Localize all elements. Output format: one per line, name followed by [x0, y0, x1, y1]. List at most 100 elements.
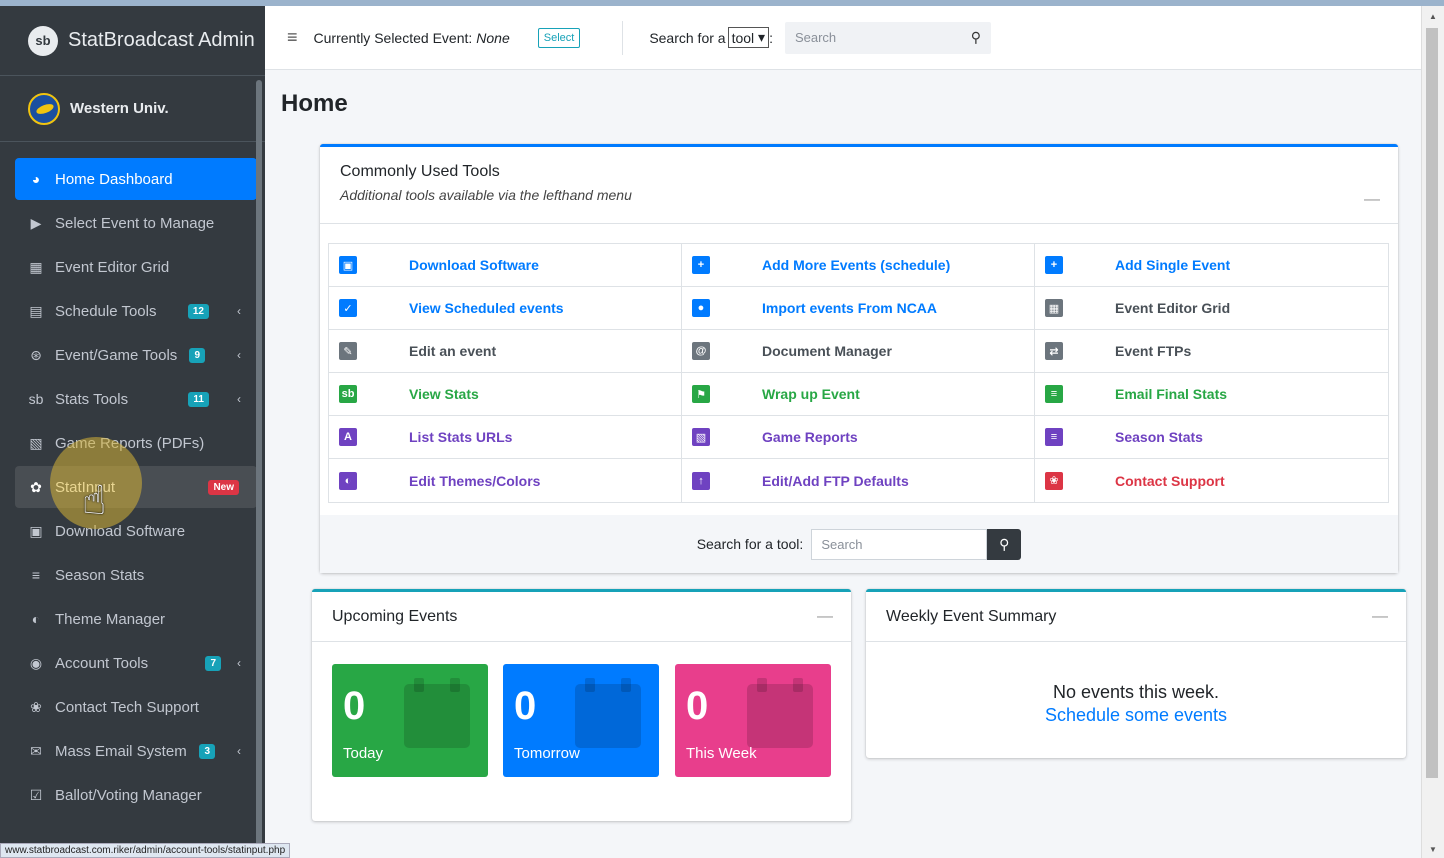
event-game-tools-icon: ⊛: [30, 346, 42, 363]
chevron-left-icon: ‹: [237, 304, 241, 318]
tool-label: Edit/Add FTP Defaults: [762, 472, 909, 489]
sidebar-item-game-reports-pdfs[interactable]: ▧ Game Reports (PDFs): [15, 422, 257, 464]
tool-link-game-reports[interactable]: ▧ Game Reports: [682, 416, 1035, 459]
upcoming-events-title: Upcoming Events: [332, 607, 458, 625]
weekly-collapse-button[interactable]: —: [1372, 608, 1388, 626]
sidebar-item-season-stats[interactable]: ≡ Season Stats: [15, 554, 257, 596]
tool-label: Edit an event: [409, 343, 497, 359]
schedule-events-link[interactable]: Schedule some events: [866, 705, 1406, 726]
scroll-down-icon[interactable]: ▼: [1429, 845, 1437, 854]
stats-tools-icon: sb: [28, 391, 44, 407]
selected-event-value: None: [476, 29, 510, 46]
tools-search-label: Search for a tool:: [696, 536, 804, 552]
sidebar-item-account-tools[interactable]: ◉ Account Tools 7 ‹: [15, 642, 257, 684]
view-stats-icon: sb: [339, 385, 357, 403]
count-badge: 7: [205, 655, 221, 671]
tool-link-edit-add-ftp-defaults[interactable]: ↑ Edit/Add FTP Defaults: [682, 459, 1035, 502]
sidebar-item-schedule-tools[interactable]: ▤ Schedule Tools 12 ‹: [15, 290, 257, 332]
chevron-left-icon: ‹: [237, 744, 241, 758]
sidebar-item-mass-email-system[interactable]: ✉ Mass Email System 3 ‹: [15, 730, 257, 772]
user-name: Western Univ.: [70, 100, 169, 117]
stat-box-value: 0: [686, 684, 709, 728]
header-search-input[interactable]: Search ⚲: [784, 21, 991, 54]
selected-event-label: Currently Selected Event:: [313, 29, 473, 46]
stat-box-value: 0: [343, 684, 366, 728]
chevron-left-icon: ‹: [237, 392, 241, 406]
count-badge: 11: [188, 391, 209, 407]
sidebar-item-label: Schedule Tools: [55, 302, 157, 320]
stat-box-label: This Week: [686, 745, 757, 762]
mass-email-system-icon: ✉: [30, 742, 42, 759]
sidebar-item-label: Download Software: [55, 522, 186, 540]
tool-link-email-final-stats[interactable]: ≡ Email Final Stats: [1035, 373, 1388, 416]
tool-link-view-stats[interactable]: sb View Stats: [329, 373, 682, 416]
tool-link-season-stats[interactable]: ≡ Season Stats: [1035, 416, 1388, 459]
search-type-select[interactable]: tool ▾: [727, 27, 770, 48]
select-event-to-manage-icon: ▶: [30, 214, 42, 231]
tools-search-input[interactable]: Search: [811, 528, 988, 560]
sidebar-item-event-editor-grid[interactable]: ▦ Event Editor Grid: [15, 246, 257, 288]
school-logo-icon: [28, 92, 60, 125]
sidebar-item-ballot-voting-manager[interactable]: ☑ Ballot/Voting Manager: [15, 774, 257, 816]
upcoming-collapse-button[interactable]: —: [817, 608, 833, 626]
sidebar-item-download-software[interactable]: ▣ Download Software: [15, 510, 257, 552]
weekly-summary-title: Weekly Event Summary: [886, 607, 1057, 625]
tool-label: Add More Events (schedule): [762, 257, 951, 273]
tool-link-list-stats-urls[interactable]: A List Stats URLs: [329, 416, 682, 459]
tool-label: Import events From NCAA: [762, 300, 938, 316]
download-software-icon: ▣: [29, 522, 43, 539]
statbroadcast-logo-icon: sb: [28, 25, 58, 56]
tool-link-view-scheduled-events[interactable]: ✓ View Scheduled events: [329, 287, 682, 330]
tool-link-add-single-event[interactable]: + Add Single Event: [1035, 244, 1388, 287]
sidebar-scrollbar[interactable]: [256, 80, 262, 850]
select-event-button[interactable]: Select: [537, 27, 581, 48]
hand-pointer-cursor-icon: ☝: [82, 479, 107, 523]
sidebar-item-label: Select Event to Manage: [55, 214, 215, 232]
tool-label: Event FTPs: [1115, 343, 1192, 359]
tool-label: Contact Support: [1115, 472, 1225, 489]
sidebar-item-label: Event Editor Grid: [55, 258, 170, 276]
sidebar-item-event-game-tools[interactable]: ⊛ Event/Game Tools 9 ‹: [15, 334, 257, 376]
tool-link-add-more-events-schedule[interactable]: + Add More Events (schedule): [682, 244, 1035, 287]
tool-link-download-software[interactable]: ▣ Download Software: [329, 244, 682, 287]
tool-link-contact-support[interactable]: ❀ Contact Support: [1035, 459, 1388, 502]
game-reports-pdfs-icon: ▧: [29, 434, 43, 451]
theme-manager-icon: ◐: [31, 611, 41, 627]
tool-label: List Stats URLs: [409, 429, 513, 445]
tool-link-edit-an-event[interactable]: ✎ Edit an event: [329, 330, 682, 373]
page-scrollbar-thumb[interactable]: [1426, 28, 1438, 778]
page-scrollbar[interactable]: ▲ ▼: [1421, 6, 1444, 858]
tool-link-wrap-up-event[interactable]: ⚑ Wrap up Event: [682, 373, 1035, 416]
tools-collapse-button[interactable]: —: [1364, 191, 1380, 209]
tool-link-event-editor-grid[interactable]: ▦ Event Editor Grid: [1035, 287, 1388, 330]
stat-box-tomorrow[interactable]: 0 Tomorrow: [503, 664, 659, 777]
sidebar-item-contact-tech-support[interactable]: ❀ Contact Tech Support: [15, 686, 257, 728]
chevron-left-icon: ‹: [237, 348, 241, 362]
stat-box-this-week[interactable]: 0 This Week: [675, 664, 831, 777]
tool-link-import-events-from-ncaa[interactable]: ● Import events From NCAA: [682, 287, 1035, 330]
statinput-icon: ✿: [30, 478, 42, 495]
tools-search-button[interactable]: ⚲: [987, 528, 1022, 560]
hamburger-menu-icon[interactable]: ≡: [287, 27, 298, 48]
tool-link-event-ftps[interactable]: ⇄ Event FTPs: [1035, 330, 1388, 373]
sidebar-item-label: Home Dashboard: [55, 170, 173, 188]
user-panel[interactable]: Western Univ.: [0, 76, 265, 142]
list-stats-urls-icon: A: [339, 428, 357, 446]
stat-box-today[interactable]: 0 Today: [332, 664, 488, 777]
tool-link-edit-themes-colors[interactable]: ◐ Edit Themes/Colors: [329, 459, 682, 502]
sidebar-item-select-event-to-manage[interactable]: ▶ Select Event to Manage: [15, 202, 257, 244]
tool-link-document-manager[interactable]: @ Document Manager: [682, 330, 1035, 373]
scroll-up-icon[interactable]: ▲: [1429, 12, 1437, 21]
top-navbar: ≡ Currently Selected Event: None Select …: [265, 6, 1421, 70]
upcoming-events-card: Upcoming Events — 0 Today 0 Tomorrow 0 This W…: [312, 589, 851, 821]
upcoming-events-header: Upcoming Events —: [312, 592, 851, 642]
brand-link[interactable]: sb StatBroadcast Admin: [0, 6, 265, 76]
sidebar-item-home-dashboard[interactable]: ◕ Home Dashboard: [15, 158, 257, 200]
sidebar-item-theme-manager[interactable]: ◐ Theme Manager: [15, 598, 257, 640]
season-stats-icon: ≡: [1045, 428, 1063, 446]
tools-grid: ▣ Download Software + Add More Events (sche…: [328, 243, 1389, 503]
search-icon[interactable]: ⚲: [971, 29, 981, 46]
tool-label: View Scheduled events: [409, 300, 564, 316]
tool-label: Season Stats: [1115, 429, 1203, 445]
sidebar-item-stats-tools[interactable]: sb Stats Tools 11 ‹: [15, 378, 257, 420]
